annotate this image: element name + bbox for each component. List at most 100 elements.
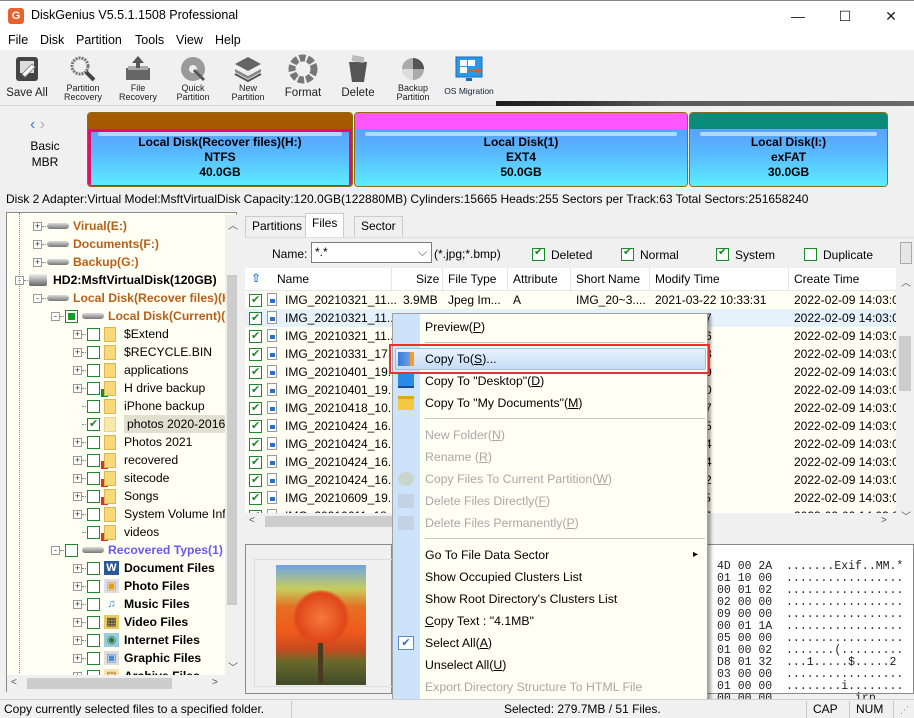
scroll-right-icon[interactable]: > xyxy=(212,677,218,688)
filter-options-button[interactable] xyxy=(900,242,912,264)
partition-block-i[interactable]: Local Disk(I:) exFAT 30.0GB xyxy=(689,112,888,187)
menu-file[interactable]: File xyxy=(8,33,28,47)
tree-checkbox[interactable] xyxy=(87,436,100,449)
collapse-icon[interactable]: - xyxy=(51,546,60,555)
expand-icon[interactable]: + xyxy=(73,582,82,591)
tree-item[interactable]: + Songs xyxy=(7,487,219,505)
tree-checkbox[interactable] xyxy=(87,634,100,647)
tree-checkbox[interactable] xyxy=(87,562,100,575)
new-partition-button[interactable]: New Partition xyxy=(225,52,271,104)
scroll-up-icon[interactable]: ︿ xyxy=(901,274,911,289)
menu-disk[interactable]: Disk xyxy=(40,33,64,47)
tree-checkbox[interactable] xyxy=(87,490,100,503)
tree-checkbox[interactable] xyxy=(87,415,100,433)
duplicate-checkbox[interactable]: Duplicate xyxy=(804,246,873,262)
column-size[interactable]: Size xyxy=(416,272,439,286)
tree-item[interactable]: + Photos 2021 xyxy=(7,433,219,451)
tree-item[interactable]: + ◉ Internet Files xyxy=(7,631,219,649)
tab-sector-editor[interactable]: Sector Editor xyxy=(354,216,403,252)
scroll-left-icon[interactable]: < xyxy=(249,515,255,526)
scroll-up-icon[interactable]: ︿ xyxy=(228,217,238,232)
file-checkbox[interactable] xyxy=(249,327,262,345)
menu-item-preview-p[interactable]: Preview(P) xyxy=(425,316,485,338)
file-checkbox[interactable] xyxy=(249,417,262,435)
menu-item-show-occupied-clusters-list[interactable]: Show Occupied Clusters List xyxy=(425,566,582,588)
expand-icon[interactable]: + xyxy=(73,510,82,519)
scroll-thumb[interactable] xyxy=(227,275,237,605)
file-checkbox[interactable] xyxy=(249,381,262,399)
tree-item[interactable]: + applications xyxy=(7,361,219,379)
tree-checkbox[interactable] xyxy=(87,526,100,539)
tree-item[interactable]: + ▣ Graphic Files xyxy=(7,649,219,667)
file-checkbox[interactable] xyxy=(249,291,262,309)
deleted-checkbox[interactable]: Deleted xyxy=(532,245,592,262)
file-row[interactable]: IMG_20210321_11... 3.9MB Jpeg Im... A IMG_20… xyxy=(245,291,896,309)
file-checkbox[interactable] xyxy=(249,399,262,417)
tree-checkbox[interactable] xyxy=(65,544,78,557)
file-recovery-button[interactable]: File Recovery xyxy=(115,52,161,104)
menu-partition[interactable]: Partition xyxy=(76,33,122,47)
format-button[interactable]: Format xyxy=(280,52,326,104)
save-all-button[interactable]: Save All xyxy=(4,52,50,104)
tab-files[interactable]: Files xyxy=(305,213,345,237)
expand-icon[interactable]: + xyxy=(73,600,82,609)
file-checkbox[interactable] xyxy=(249,363,262,381)
menu-view[interactable]: View xyxy=(176,33,203,47)
expand-icon[interactable]: + xyxy=(33,240,42,249)
tree-item[interactable]: + ♫ Music Files xyxy=(7,595,219,613)
tree-checkbox[interactable] xyxy=(87,364,100,377)
expand-icon[interactable]: + xyxy=(73,636,82,645)
menu-item-copy-to-my-documents-m[interactable]: Copy To "My Documents"(M) xyxy=(425,392,583,414)
delete-button[interactable]: Delete xyxy=(335,52,381,104)
column-create-time[interactable]: Create Time xyxy=(794,272,859,286)
tree-checkbox[interactable] xyxy=(87,598,100,611)
file-checkbox[interactable] xyxy=(249,453,262,471)
file-checkbox[interactable] xyxy=(249,435,262,453)
tree-item[interactable]: - Recovered Types(1) xyxy=(7,541,223,559)
scroll-thumb[interactable] xyxy=(27,678,172,689)
scroll-down-icon[interactable]: ﹀ xyxy=(901,508,911,523)
quick-partition-button[interactable]: Quick Partition xyxy=(170,52,216,104)
up-arrow-icon[interactable]: ⇧ xyxy=(251,271,261,285)
expand-icon[interactable]: + xyxy=(73,456,82,465)
tree-checkbox[interactable] xyxy=(87,400,100,413)
column-short-name[interactable]: Short Name xyxy=(576,272,640,286)
column-file-type[interactable]: File Type xyxy=(448,272,496,286)
expand-icon[interactable]: + xyxy=(73,366,82,375)
expand-icon[interactable]: + xyxy=(33,258,42,267)
tree-item[interactable]: photos 2020-2016 xyxy=(7,415,229,433)
tree-item[interactable]: + ▦ Video Files xyxy=(7,613,219,631)
maximize-button[interactable]: ☐ xyxy=(822,1,868,31)
tree-checkbox[interactable] xyxy=(87,472,100,485)
tree-checkbox[interactable] xyxy=(87,616,100,629)
column-attribute[interactable]: Attribute xyxy=(513,272,558,286)
next-disk-arrow-icon[interactable]: › xyxy=(40,116,45,133)
expand-icon[interactable]: + xyxy=(73,384,82,393)
scroll-thumb[interactable] xyxy=(899,336,911,391)
expand-icon[interactable]: + xyxy=(73,618,82,627)
expand-icon[interactable]: + xyxy=(73,348,82,357)
tree-item[interactable]: iPhone backup xyxy=(7,397,219,415)
tree-item[interactable]: + Backup(G:) xyxy=(7,253,219,271)
close-button[interactable]: ✕ xyxy=(868,1,914,31)
partition-block-local-1[interactable]: Local Disk(1) EXT4 50.0GB xyxy=(354,112,688,187)
tree-item[interactable]: + H drive backup xyxy=(7,379,219,397)
file-checkbox[interactable] xyxy=(249,489,262,507)
tree-checkbox[interactable] xyxy=(87,328,100,341)
chevron-down-icon[interactable]: ⌵ xyxy=(418,243,427,262)
expand-icon[interactable]: + xyxy=(73,492,82,501)
menu-item-unselect-all-u[interactable]: Unselect All(U) xyxy=(425,654,506,676)
tree-checkbox[interactable] xyxy=(87,508,100,521)
scroll-down-icon[interactable]: ﹀ xyxy=(228,659,238,674)
tree-horizontal-scrollbar[interactable]: < > xyxy=(7,675,238,692)
menu-tools[interactable]: Tools xyxy=(135,33,164,47)
tree-item[interactable]: + System Volume Inf xyxy=(7,505,226,523)
tree-checkbox[interactable] xyxy=(65,310,78,323)
tree-checkbox[interactable] xyxy=(87,652,100,665)
tree-item[interactable]: + Virual(E:) xyxy=(7,217,219,235)
minimize-button[interactable]: — xyxy=(775,1,821,31)
normal-checkbox[interactable]: Normal xyxy=(621,245,679,262)
collapse-icon[interactable]: - xyxy=(51,312,60,321)
collapse-icon[interactable]: - xyxy=(33,294,42,303)
expand-icon[interactable]: + xyxy=(73,474,82,483)
